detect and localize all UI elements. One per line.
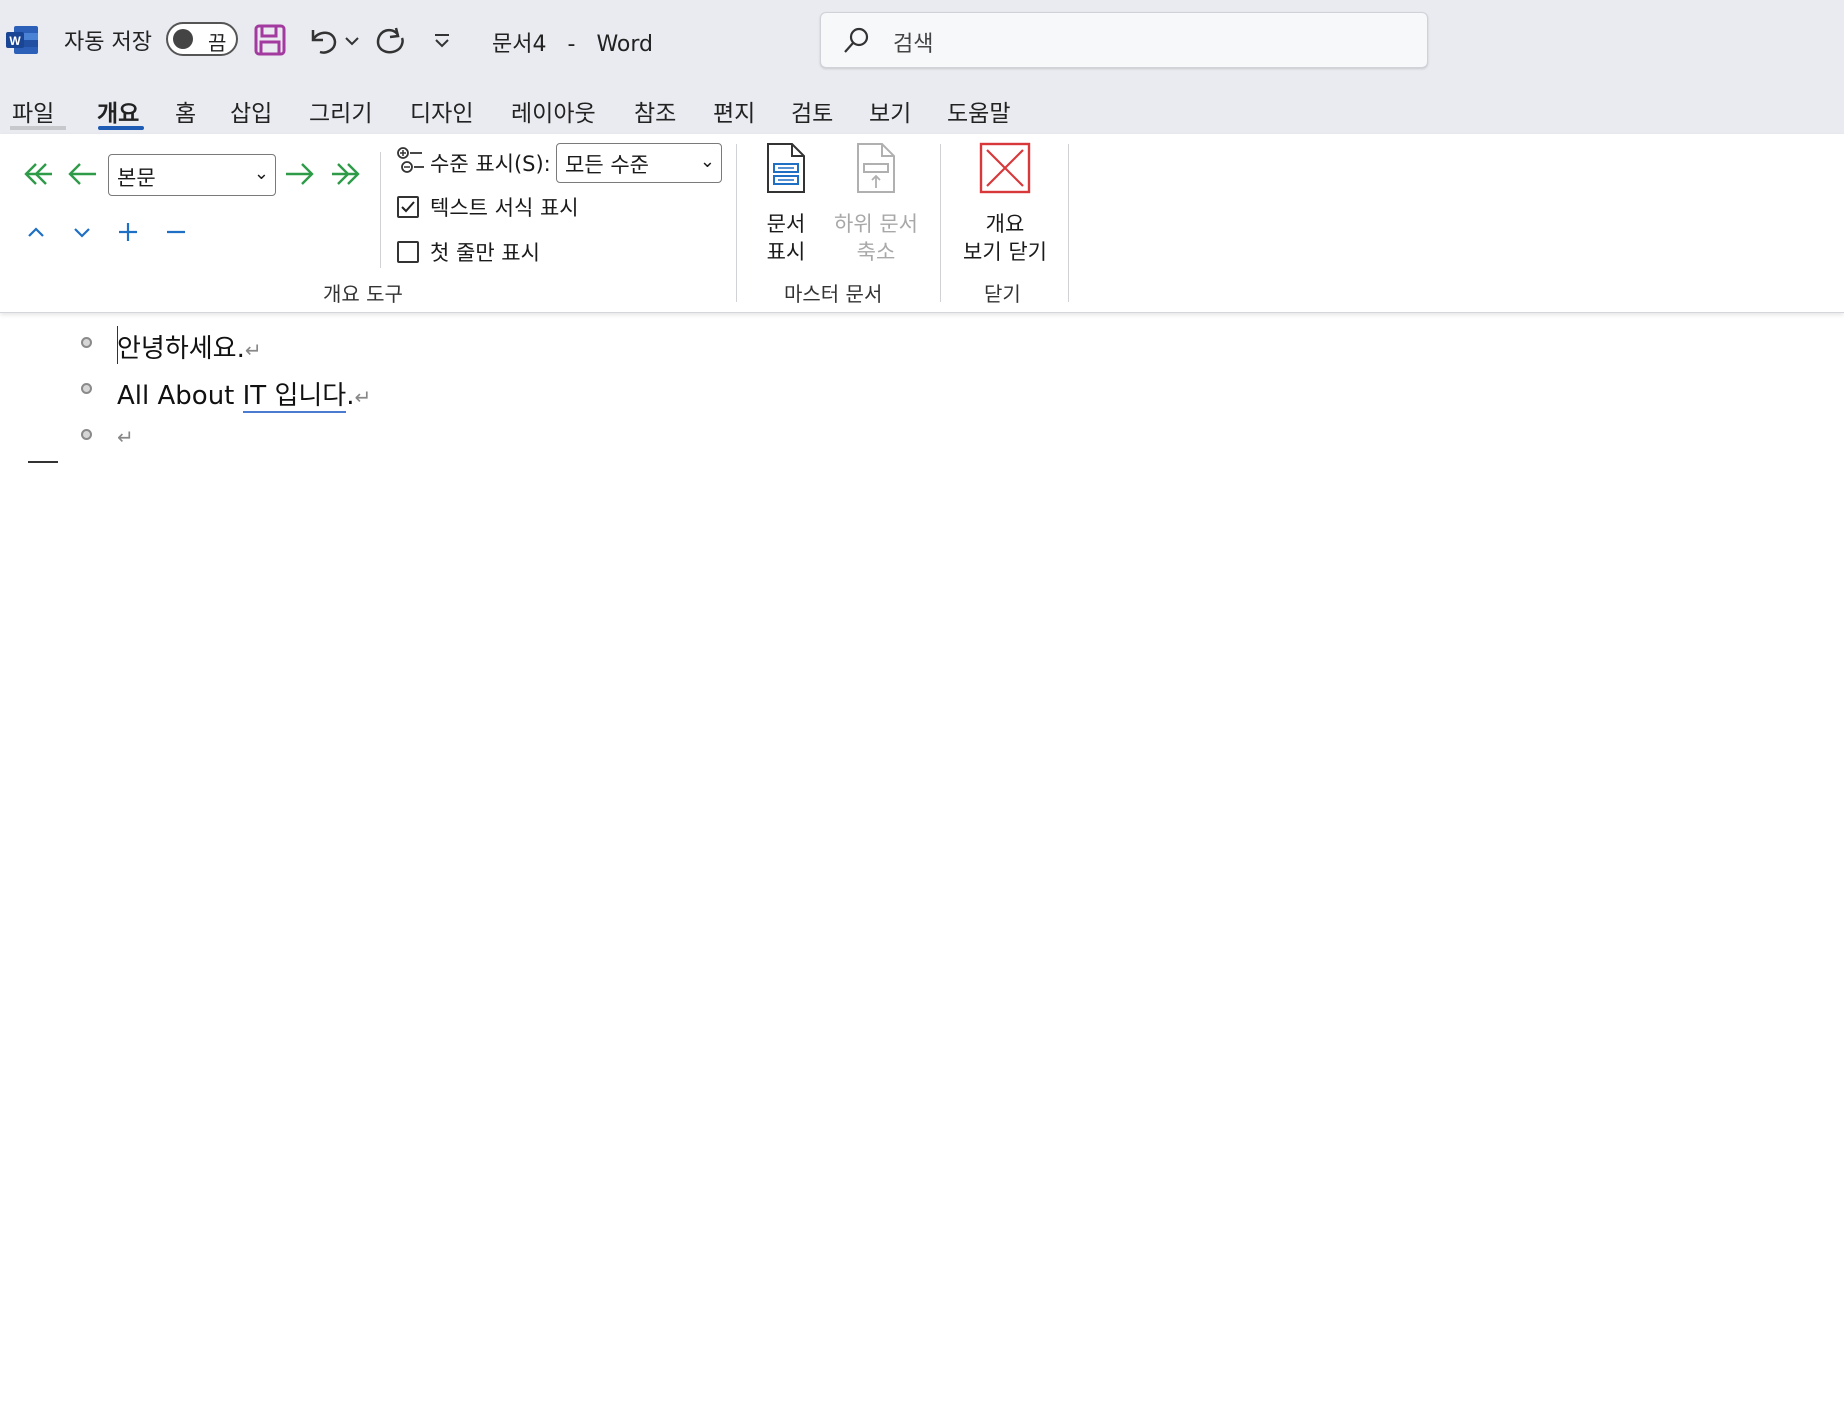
tab-review[interactable]: 검토 xyxy=(791,94,833,128)
tab-outlining[interactable]: 개요 xyxy=(97,94,139,128)
close-outline-view-button[interactable]: 개요 보기 닫기 xyxy=(950,142,1060,270)
search-icon xyxy=(844,27,869,53)
undo-dropdown-chevron-icon[interactable] xyxy=(342,22,362,58)
search-placeholder: 검색 xyxy=(893,32,934,57)
outline-level-select[interactable]: 본문 ⌄ xyxy=(108,154,276,196)
paragraph-text: All About xyxy=(117,381,243,411)
show-first-line-only-checkbox[interactable] xyxy=(397,241,419,263)
title-separator: - xyxy=(567,32,576,57)
show-level-value: 모든 수준 xyxy=(565,153,649,177)
show-text-formatting-checkbox[interactable] xyxy=(397,196,419,218)
tab-file[interactable]: 파일 xyxy=(12,94,54,128)
outline-paragraph-3[interactable]: ↵ xyxy=(117,421,134,451)
collapse-subdocuments-label-line2: 축소 xyxy=(856,240,896,264)
toggle-knob xyxy=(173,29,193,49)
paragraph-mark-icon: ↵ xyxy=(244,338,262,362)
promote-to-heading1-icon[interactable] xyxy=(18,160,54,188)
demote-icon[interactable] xyxy=(284,160,316,188)
paragraph-text: 안녕하세요. xyxy=(117,334,245,364)
collapse-minus-icon[interactable] xyxy=(164,220,188,244)
tab-design[interactable]: 디자인 xyxy=(410,94,473,128)
collapse-subdocuments-icon xyxy=(857,143,895,193)
title-bar: W 자동 저장 끔 문서4 - Word 검색 xyxy=(0,0,1844,84)
close-outline-label-line2: 보기 닫기 xyxy=(963,240,1047,264)
demote-to-body-text-icon[interactable] xyxy=(330,160,366,188)
file-tab-underline xyxy=(10,126,66,130)
grammar-flagged-text[interactable]: IT 입니다 xyxy=(242,381,347,413)
word-logo-icon[interactable]: W xyxy=(6,26,38,54)
close-outline-label-line1: 개요 xyxy=(985,212,1025,236)
show-document-label: 문서 표시 xyxy=(756,210,816,266)
customize-qat-icon[interactable] xyxy=(430,22,454,58)
tab-insert[interactable]: 삽입 xyxy=(230,94,272,128)
outline-paragraph-1[interactable]: 안녕하세요.↵ xyxy=(117,328,262,365)
close-icon xyxy=(979,142,1031,194)
ribbon-divider xyxy=(940,144,941,302)
autosave-state: 끔 xyxy=(208,31,227,55)
ribbon-divider xyxy=(1068,144,1069,302)
promote-icon[interactable] xyxy=(66,160,98,188)
active-tab-indicator xyxy=(98,126,144,130)
tab-view[interactable]: 보기 xyxy=(869,94,911,128)
outline-tools-group-label: 개요 도구 xyxy=(323,282,403,306)
checkmark-icon xyxy=(401,201,415,213)
move-up-icon[interactable] xyxy=(24,220,48,244)
outline-bullet[interactable] xyxy=(81,383,92,394)
collapse-subdocuments-label: 하위 문서 축소 xyxy=(826,210,926,266)
move-down-icon[interactable] xyxy=(70,220,94,244)
undo-icon[interactable] xyxy=(304,22,340,58)
tab-draw[interactable]: 그리기 xyxy=(309,94,372,128)
tab-mailings[interactable]: 편지 xyxy=(713,94,755,128)
outline-paragraph-2[interactable]: All About IT 입니다.↵ xyxy=(117,375,372,413)
show-document-label-line1: 문서 xyxy=(766,212,806,236)
close-outline-view-label: 개요 보기 닫기 xyxy=(950,210,1060,266)
autosave-label: 자동 저장 xyxy=(64,30,152,55)
doc-name: 문서4 xyxy=(492,32,547,57)
show-level-icon xyxy=(397,147,424,173)
paragraph-mark-icon: ↵ xyxy=(117,425,134,449)
outline-bullet[interactable] xyxy=(81,429,92,440)
outline-level-value: 본문 xyxy=(117,166,156,190)
chevron-down-icon: ⌄ xyxy=(253,163,269,184)
save-icon[interactable] xyxy=(252,22,288,58)
show-first-line-only-label: 첫 줄만 표시 xyxy=(430,241,540,265)
show-level-label: 수준 표시(S): xyxy=(430,152,551,176)
ribbon-divider xyxy=(736,144,737,302)
ribbon-outlining: 본문 ⌄ 수준 표시(S): 모든 수준 ⌄ 텍스트 서식 표시 첫 줄만 표시… xyxy=(0,134,1844,313)
show-document-button[interactable]: 문서 표시 xyxy=(756,142,816,270)
tab-home[interactable]: 홈 xyxy=(175,94,196,128)
app-name: Word xyxy=(596,32,653,57)
collapse-subdocuments-label-line1: 하위 문서 xyxy=(834,212,918,236)
paragraph-mark-icon: ↵ xyxy=(354,385,372,409)
autosave-toggle[interactable]: 끔 xyxy=(166,22,238,56)
show-document-label-line2: 표시 xyxy=(766,240,806,264)
show-text-formatting-label: 텍스트 서식 표시 xyxy=(430,196,579,220)
show-document-icon xyxy=(767,143,805,193)
expand-plus-icon[interactable] xyxy=(116,220,140,244)
show-level-select[interactable]: 모든 수준 ⌄ xyxy=(556,143,722,183)
chevron-down-icon: ⌄ xyxy=(699,151,715,172)
tab-layout[interactable]: 레이아웃 xyxy=(511,94,596,128)
outline-bullet[interactable] xyxy=(81,337,92,348)
document-title: 문서4 - Word xyxy=(492,26,653,58)
collapse-subdocuments-button[interactable]: 하위 문서 축소 xyxy=(826,142,926,270)
master-document-group-label: 마스터 문서 xyxy=(784,282,883,306)
ribbon-divider xyxy=(380,152,381,268)
redo-icon[interactable] xyxy=(372,22,408,58)
svg-text:W: W xyxy=(9,34,21,48)
ribbon-tabs: 파일 개요 홈 삽입 그리기 디자인 레이아웃 참조 편지 검토 보기 도움말 xyxy=(0,84,1844,134)
tab-help[interactable]: 도움말 xyxy=(947,94,1010,128)
tab-references[interactable]: 참조 xyxy=(634,94,676,128)
end-of-document-mark xyxy=(28,461,58,463)
search-box[interactable]: 검색 xyxy=(820,12,1428,68)
close-group-label: 닫기 xyxy=(984,282,1021,306)
